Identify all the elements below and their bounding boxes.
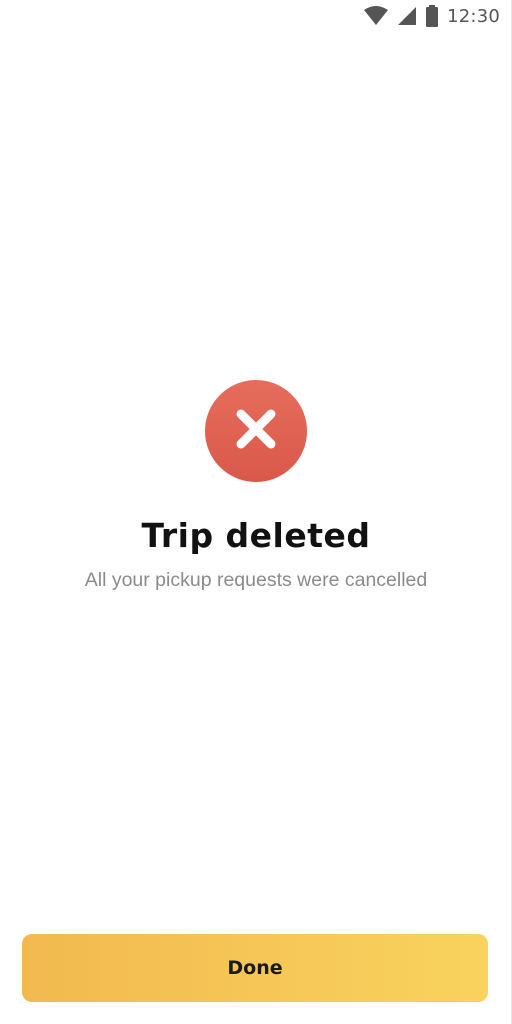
page-subtitle: All your pickup requests were cancelled <box>84 569 428 591</box>
error-badge <box>205 380 307 482</box>
result-panel: Trip deleted All your pickup requests we… <box>0 380 512 592</box>
battery-icon <box>425 5 439 27</box>
done-button-label: Done <box>227 957 283 979</box>
cellular-signal-icon <box>397 6 417 26</box>
status-time: 12:30 <box>447 5 500 27</box>
done-button[interactable]: Done <box>22 934 488 1002</box>
status-bar: 12:30 <box>0 0 512 34</box>
wifi-icon <box>363 6 389 26</box>
status-icons: 12:30 <box>363 5 500 27</box>
close-icon <box>233 406 279 457</box>
page-title: Trip deleted <box>141 516 371 555</box>
